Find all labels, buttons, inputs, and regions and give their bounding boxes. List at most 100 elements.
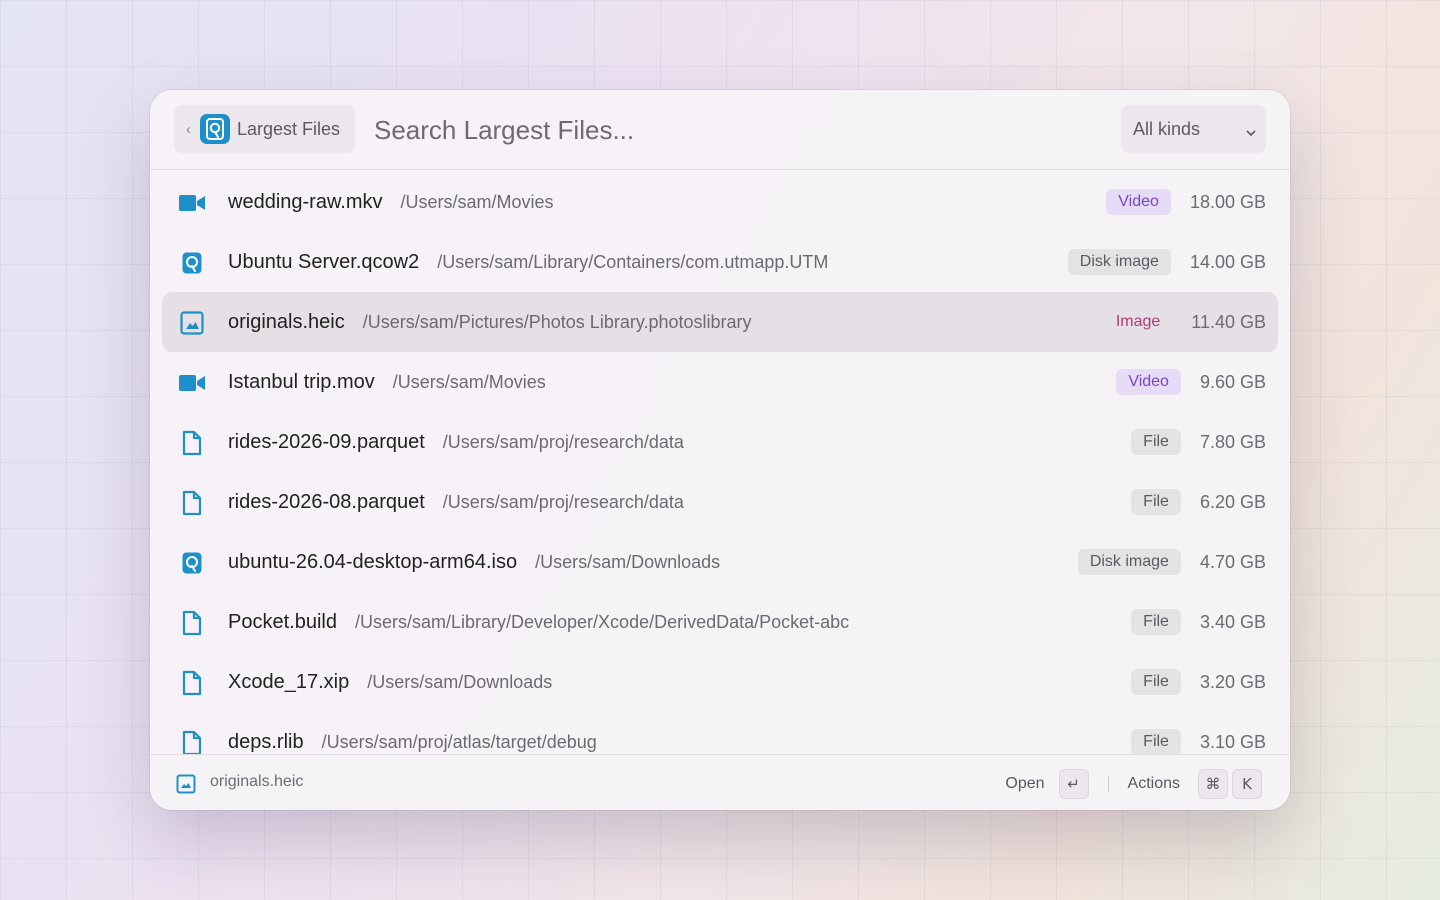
footer-actions: Open ↵ Actions ⌘ K <box>1005 769 1262 799</box>
file-name: ubuntu-26.04-desktop-arm64.iso <box>228 550 518 573</box>
kind-badge: Video <box>1106 189 1171 215</box>
file-row[interactable]: rides-2026-09.parquet/Users/sam/proj/res… <box>162 412 1278 472</box>
file-meta: Image 11.40 GB <box>1104 292 1266 352</box>
file-meta: File 3.10 GB <box>1131 712 1266 754</box>
disk-image-icon <box>179 550 205 576</box>
actions-menu-button[interactable]: Actions <box>1128 775 1180 793</box>
file-path: /Users/sam/proj/research/data <box>442 491 684 512</box>
file-name: deps.rlib <box>228 730 304 753</box>
back-button[interactable]: ‹ Largest Files <box>174 105 355 153</box>
kind-badge: File <box>1131 609 1181 635</box>
image-icon <box>179 310 205 336</box>
kind-badge: Image <box>1115 313 1161 330</box>
file-name: rides-2026-08.parquet <box>228 490 425 513</box>
file-size: 3.40 GB <box>1199 611 1266 632</box>
image-icon <box>176 774 196 799</box>
file-row[interactable]: Istanbul trip.mov/Users/sam/Movies Video 9… <box>162 352 1278 412</box>
command-key-hint: ⌘ <box>1198 769 1228 799</box>
file-size: 9.60 GB <box>1199 371 1266 392</box>
file-path: /Users/sam/Movies <box>400 191 554 212</box>
file-row[interactable]: Xcode_17.xip/Users/sam/Downloads File 3.20… <box>162 652 1278 712</box>
file-name: Istanbul trip.mov <box>228 370 375 393</box>
document-icon <box>179 670 205 696</box>
kind-badge: File <box>1131 489 1181 515</box>
file-size: 7.80 GB <box>1199 431 1266 452</box>
file-name: rides-2026-09.parquet <box>228 430 425 453</box>
file-name: originals.heic <box>228 310 345 333</box>
file-text: wedding-raw.mkv/Users/sam/Movies <box>228 172 554 232</box>
k-key-hint: K <box>1232 769 1262 799</box>
kind-badge: File <box>1131 429 1181 455</box>
file-meta: File 7.80 GB <box>1131 412 1266 472</box>
file-text: Ubuntu Server.qcow2/Users/sam/Library/Co… <box>228 232 828 292</box>
file-path: /Users/sam/Library/Developer/Xcode/Deriv… <box>354 611 850 632</box>
file-text: Istanbul trip.mov/Users/sam/Movies <box>228 352 546 412</box>
video-camera-icon <box>179 190 205 216</box>
file-path: /Users/sam/proj/atlas/target/debug <box>321 731 597 752</box>
file-row[interactable]: ubuntu-26.04-desktop-arm64.iso/Users/sam… <box>162 532 1278 592</box>
document-icon <box>179 430 205 456</box>
file-text: deps.rlib/Users/sam/proj/atlas/target/de… <box>228 712 597 754</box>
document-icon <box>179 610 205 636</box>
file-meta: File 3.40 GB <box>1131 592 1266 652</box>
file-path: /Users/sam/Downloads <box>535 551 721 572</box>
file-text: rides-2026-08.parquet/Users/sam/proj/res… <box>228 472 684 532</box>
kind-badge: Disk image <box>1067 249 1171 275</box>
file-text: Pocket.build/Users/sam/Library/Developer… <box>228 592 849 652</box>
file-size: 3.20 GB <box>1199 671 1266 692</box>
document-icon <box>179 730 205 754</box>
kind-badge: File <box>1131 729 1181 754</box>
chevron-down-icon <box>1246 124 1256 142</box>
file-size: 4.70 GB <box>1199 551 1266 572</box>
file-size: 6.20 GB <box>1199 491 1266 512</box>
file-row[interactable]: Pocket.build/Users/sam/Library/Developer… <box>162 592 1278 652</box>
kind-filter-value: All kinds <box>1133 118 1201 139</box>
open-action-label[interactable]: Open <box>1005 775 1044 793</box>
file-meta: Disk image 4.70 GB <box>1077 532 1266 592</box>
divider <box>1107 776 1109 792</box>
file-text: originals.heic/Users/sam/Pictures/Photos… <box>228 292 752 352</box>
file-row[interactable]: wedding-raw.mkv/Users/sam/Movies Video 18.… <box>162 172 1278 232</box>
chevron-left-icon: ‹ <box>186 120 191 138</box>
file-path: /Users/sam/Movies <box>392 371 546 392</box>
file-text: ubuntu-26.04-desktop-arm64.iso/Users/sam… <box>228 532 720 592</box>
extension-title: Largest Files <box>237 118 341 139</box>
file-meta: Video 9.60 GB <box>1116 352 1266 412</box>
kind-filter-dropdown[interactable]: All kinds <box>1121 105 1266 153</box>
kind-badge: File <box>1131 669 1181 695</box>
return-key-hint: ↵ <box>1058 769 1089 799</box>
file-name: Xcode_17.xip <box>228 670 350 693</box>
file-name: wedding-raw.mkv <box>228 190 383 213</box>
kind-badge: Video <box>1116 369 1181 395</box>
selected-file-name: originals.heic <box>210 773 304 790</box>
file-meta: Video 18.00 GB <box>1106 172 1266 232</box>
file-size: 14.00 GB <box>1189 251 1266 272</box>
file-path: /Users/sam/Pictures/Photos Library.photo… <box>362 311 752 332</box>
file-text: rides-2026-09.parquet/Users/sam/proj/res… <box>228 412 684 472</box>
file-path: /Users/sam/proj/research/data <box>442 431 684 452</box>
header-bar: ‹ Largest Files All kinds <box>150 90 1290 170</box>
file-size: 3.10 GB <box>1199 731 1266 752</box>
file-meta: File 6.20 GB <box>1131 472 1266 532</box>
document-icon <box>179 490 205 516</box>
file-row[interactable]: Ubuntu Server.qcow2/Users/sam/Library/Co… <box>162 232 1278 292</box>
kind-badge: Disk image <box>1077 549 1181 575</box>
disk-app-icon <box>200 114 230 144</box>
search-input[interactable] <box>374 112 1074 148</box>
video-camera-icon <box>179 370 205 396</box>
file-list: wedding-raw.mkv/Users/sam/Movies Video 18.… <box>150 170 1290 754</box>
file-name: Ubuntu Server.qcow2 <box>228 250 420 273</box>
file-row[interactable]: deps.rlib/Users/sam/proj/atlas/target/de… <box>162 712 1278 754</box>
file-name: Pocket.build <box>228 610 337 633</box>
file-path: /Users/sam/Downloads <box>367 671 553 692</box>
file-meta: File 3.20 GB <box>1131 652 1266 712</box>
file-size: 18.00 GB <box>1189 191 1266 212</box>
footer-bar: originals.heic Open ↵ Actions ⌘ K <box>150 754 1290 810</box>
file-path: /Users/sam/Library/Containers/com.utmapp… <box>437 251 829 272</box>
largest-files-window: ‹ Largest Files All kinds wedding-raw.mk… <box>150 90 1290 810</box>
file-row[interactable]: originals.heic/Users/sam/Pictures/Photos… <box>162 292 1278 352</box>
disk-image-icon <box>179 250 205 276</box>
file-size: 11.40 GB <box>1191 311 1266 332</box>
file-text: Xcode_17.xip/Users/sam/Downloads <box>228 652 552 712</box>
file-row[interactable]: rides-2026-08.parquet/Users/sam/proj/res… <box>162 472 1278 532</box>
